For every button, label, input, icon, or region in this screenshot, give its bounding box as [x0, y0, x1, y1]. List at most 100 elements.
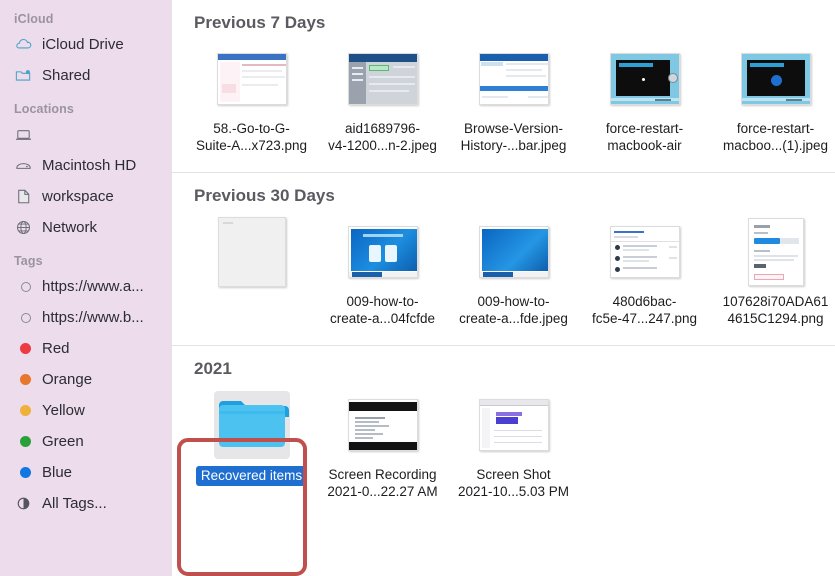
- sidebar-item-icloud-drive[interactable]: iCloud Drive: [0, 29, 172, 60]
- sidebar-tag-all-tags[interactable]: All Tags...: [0, 488, 172, 519]
- sidebar-tag-yellow[interactable]: Yellow: [0, 395, 172, 426]
- group-title: Previous 7 Days: [194, 13, 326, 32]
- file-name: aid1689796- v4-1200...n-2.jpeg: [328, 121, 437, 153]
- file-row: 009-how-to- create-a...04fcfde 009-how-t…: [172, 214, 835, 327]
- finder-window: iCloud iCloud Drive Shared Locations Mac…: [0, 0, 835, 576]
- file-name: Screen Shot 2021-10...5.03 PM: [457, 467, 570, 499]
- tag-dot-icon: [14, 339, 33, 358]
- file-item[interactable]: 58.-Go-to-G- Suite-A...x723.png: [186, 41, 317, 154]
- sidebar-tag-https-a[interactable]: https://www.a...: [0, 271, 172, 302]
- thumbnail: [186, 214, 317, 290]
- sidebar-item-label: https://www.b...: [42, 309, 144, 326]
- blank-page-icon: [217, 217, 286, 287]
- screenshot-blue-window-icon: [478, 53, 549, 105]
- sidebar-tag-red[interactable]: Red: [0, 333, 172, 364]
- screenshot-blue-desktop-2-icon: [478, 226, 549, 278]
- file-name: Recovered items: [193, 466, 311, 486]
- laptop-icon: [14, 125, 33, 144]
- file-name: Browse-Version- History-...bar.jpeg: [460, 121, 567, 153]
- thumbnail: [448, 41, 579, 117]
- screenshot-code-dark-bars-icon: [347, 399, 418, 451]
- group-title: Previous 30 Days: [194, 186, 335, 205]
- file-name: force-restart- macbook-air: [605, 121, 684, 153]
- screenshot-dark-article-2-icon: [740, 53, 811, 105]
- file-name: 009-how-to- create-a...fde.jpeg: [459, 294, 568, 326]
- tag-hollow-icon: [14, 277, 33, 296]
- hard-drive-icon: [14, 156, 33, 175]
- group-previous-7-days: Previous 7 Days 58.-Go-to-G- Suite-A...x…: [172, 0, 835, 172]
- thumbnail: [448, 214, 579, 290]
- file-item[interactable]: [186, 214, 317, 293]
- file-item[interactable]: 107628i70ADA61 4615C1294.png: [710, 214, 835, 327]
- file-name: 009-how-to- create-a...04fcfde: [329, 294, 436, 326]
- group-title: 2021: [194, 359, 232, 378]
- file-item[interactable]: Screen Recording 2021-0...22.27 AM: [317, 387, 448, 500]
- file-name: 58.-Go-to-G- Suite-A...x723.png: [195, 121, 308, 153]
- thumbnail: [317, 387, 448, 463]
- sidebar-item-label: Blue: [42, 464, 73, 481]
- file-item[interactable]: 480d6bac- fc5e-47...247.png: [579, 214, 710, 327]
- thumbnail: [186, 41, 317, 117]
- thumbnail: [186, 387, 317, 463]
- sidebar-item-macintosh-hd[interactable]: Macintosh HD: [0, 150, 172, 181]
- sidebar-item-label: Shared: [42, 67, 91, 84]
- file-row: 58.-Go-to-G- Suite-A...x723.png aid16897…: [172, 41, 835, 154]
- file-name: force-restart- macboo...(1).jpeg: [722, 121, 829, 153]
- screenshot-chart-window-icon: [478, 399, 549, 451]
- sidebar-item-label: Red: [42, 340, 70, 357]
- shared-folder-icon: [14, 66, 33, 85]
- sidebar-item-label: workspace: [42, 188, 114, 205]
- thumbnail: [579, 214, 710, 290]
- sidebar-item-laptop[interactable]: [0, 119, 172, 150]
- folder-icon: [215, 395, 289, 455]
- document-icon: [14, 187, 33, 206]
- thumbnail: [317, 214, 448, 290]
- sidebar-section-header-tags: Tags: [14, 254, 43, 268]
- screenshot-light-form-icon: [216, 53, 287, 105]
- group-previous-30-days: Previous 30 Days 009-how-to- create-a...…: [172, 172, 835, 345]
- file-name: 480d6bac- fc5e-47...247.png: [591, 294, 698, 326]
- sidebar-item-label: iCloud Drive: [42, 36, 124, 53]
- sidebar-item-label: Orange: [42, 371, 93, 388]
- sidebar-tag-orange[interactable]: Orange: [0, 364, 172, 395]
- sidebar-item-workspace[interactable]: workspace: [0, 181, 172, 212]
- thumbnail: [317, 41, 448, 117]
- group-2021: 2021 Recovered items Screen Recording 20…: [172, 345, 835, 500]
- selected-file-label: Recovered items: [195, 466, 308, 486]
- screenshot-list-rows-icon: [609, 226, 680, 278]
- sidebar-tag-https-b[interactable]: https://www.b...: [0, 302, 172, 333]
- tag-hollow-icon: [14, 308, 33, 327]
- file-item[interactable]: 009-how-to- create-a...fde.jpeg: [448, 214, 579, 327]
- sidebar-item-network[interactable]: Network: [0, 212, 172, 243]
- file-item[interactable]: Browse-Version- History-...bar.jpeg: [448, 41, 579, 154]
- thumbnail: [710, 41, 835, 117]
- file-item[interactable]: force-restart- macboo...(1).jpeg: [710, 41, 835, 154]
- all-tags-icon: [14, 494, 33, 513]
- sidebar-item-shared[interactable]: Shared: [0, 60, 172, 91]
- file-item[interactable]: Screen Shot 2021-10...5.03 PM: [448, 387, 579, 500]
- file-browser[interactable]: Previous 7 Days 58.-Go-to-G- Suite-A...x…: [172, 0, 835, 576]
- file-item-selected[interactable]: Recovered items: [186, 387, 317, 486]
- sidebar-item-label: Network: [42, 219, 98, 236]
- file-item[interactable]: aid1689796- v4-1200...n-2.jpeg: [317, 41, 448, 154]
- tag-dot-icon: [14, 432, 33, 451]
- thumbnail: [579, 41, 710, 117]
- screenshot-dark-article-icon: [609, 53, 680, 105]
- thumbnail: [448, 387, 579, 463]
- sidebar-tag-green[interactable]: Green: [0, 426, 172, 457]
- sidebar-item-label: Yellow: [42, 402, 85, 419]
- sidebar-tag-blue[interactable]: Blue: [0, 457, 172, 488]
- tag-dot-icon: [14, 463, 33, 482]
- globe-icon: [14, 218, 33, 237]
- sidebar-section-header-icloud: iCloud: [14, 12, 54, 26]
- tag-dot-icon: [14, 401, 33, 420]
- file-item[interactable]: 009-how-to- create-a...04fcfde: [317, 214, 448, 327]
- screenshot-blue-desktop-icon: [347, 226, 418, 278]
- tag-dot-icon: [14, 370, 33, 389]
- sidebar-section-header-locations: Locations: [14, 102, 74, 116]
- sidebar-item-label: Green: [42, 433, 84, 450]
- file-item[interactable]: force-restart- macbook-air: [579, 41, 710, 154]
- sidebar-item-label: https://www.a...: [42, 278, 144, 295]
- file-row: Recovered items Screen Recording 2021-0.…: [172, 387, 835, 500]
- sidebar: iCloud iCloud Drive Shared Locations Mac…: [0, 0, 172, 576]
